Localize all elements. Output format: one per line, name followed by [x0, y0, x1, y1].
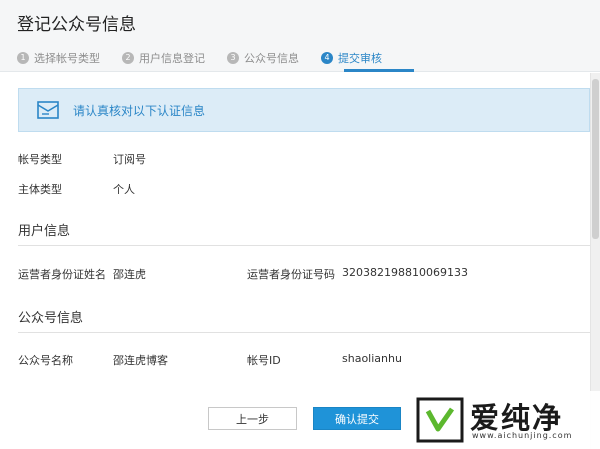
step-4-active: 4 提交审核	[321, 50, 382, 66]
prev-step-button[interactable]: 上一步	[208, 407, 297, 430]
active-step-underline	[344, 69, 414, 72]
notice-banner: 请认真核对以下认证信息	[18, 88, 590, 132]
scrollbar-thumb[interactable]	[592, 79, 599, 239]
operator-id-label: 运营者身份证号码	[247, 268, 335, 281]
watermark-logo-icon	[416, 397, 464, 447]
step-indicator: 1 选择帐号类型 2 用户信息登记 3 公众号信息 4 提交审核	[17, 50, 404, 66]
account-type-value: 订阅号	[113, 153, 146, 166]
step-2-number: 2	[122, 52, 134, 64]
confirm-submit-button[interactable]: 确认提交	[313, 407, 401, 430]
subject-type-label: 主体类型	[18, 183, 62, 196]
account-id-value: shaolianhu	[342, 352, 402, 365]
account-id-label: 帐号ID	[247, 354, 281, 367]
section-divider	[18, 245, 590, 246]
step-2: 2 用户信息登记	[122, 50, 205, 66]
step-4-label: 提交审核	[338, 52, 382, 65]
public-account-name-value: 邵连虎博客	[113, 354, 168, 367]
step-2-label: 用户信息登记	[139, 52, 205, 65]
section-divider	[18, 332, 590, 333]
dialog-title: 登记公众号信息	[17, 15, 136, 35]
dialog-header: 登记公众号信息 1 选择帐号类型 2 用户信息登记 3 公众号信息 4 提交审核	[0, 0, 600, 72]
watermark-url: www.aichunjing.com	[472, 431, 573, 440]
user-info-heading: 用户信息	[18, 224, 71, 239]
watermark: 爱纯净 www.aichunjing.com	[408, 391, 600, 449]
operator-name-label: 运营者身份证姓名	[18, 268, 106, 281]
step-1: 1 选择帐号类型	[17, 50, 100, 66]
envelope-icon	[37, 101, 59, 119]
step-3: 3 公众号信息	[227, 50, 299, 66]
step-1-number: 1	[17, 52, 29, 64]
step-3-number: 3	[227, 52, 239, 64]
public-info-heading: 公众号信息	[18, 311, 84, 326]
step-3-label: 公众号信息	[244, 52, 299, 65]
public-account-name-label: 公众号名称	[18, 354, 73, 367]
step-4-number: 4	[321, 52, 333, 64]
subject-type-value: 个人	[113, 183, 135, 196]
notice-text: 请认真核对以下认证信息	[73, 103, 206, 118]
step-1-label: 选择帐号类型	[34, 52, 100, 65]
account-type-label: 帐号类型	[18, 153, 62, 166]
operator-id-value: 320382198810069133	[342, 266, 468, 279]
operator-name-value: 邵连虎	[113, 268, 146, 281]
